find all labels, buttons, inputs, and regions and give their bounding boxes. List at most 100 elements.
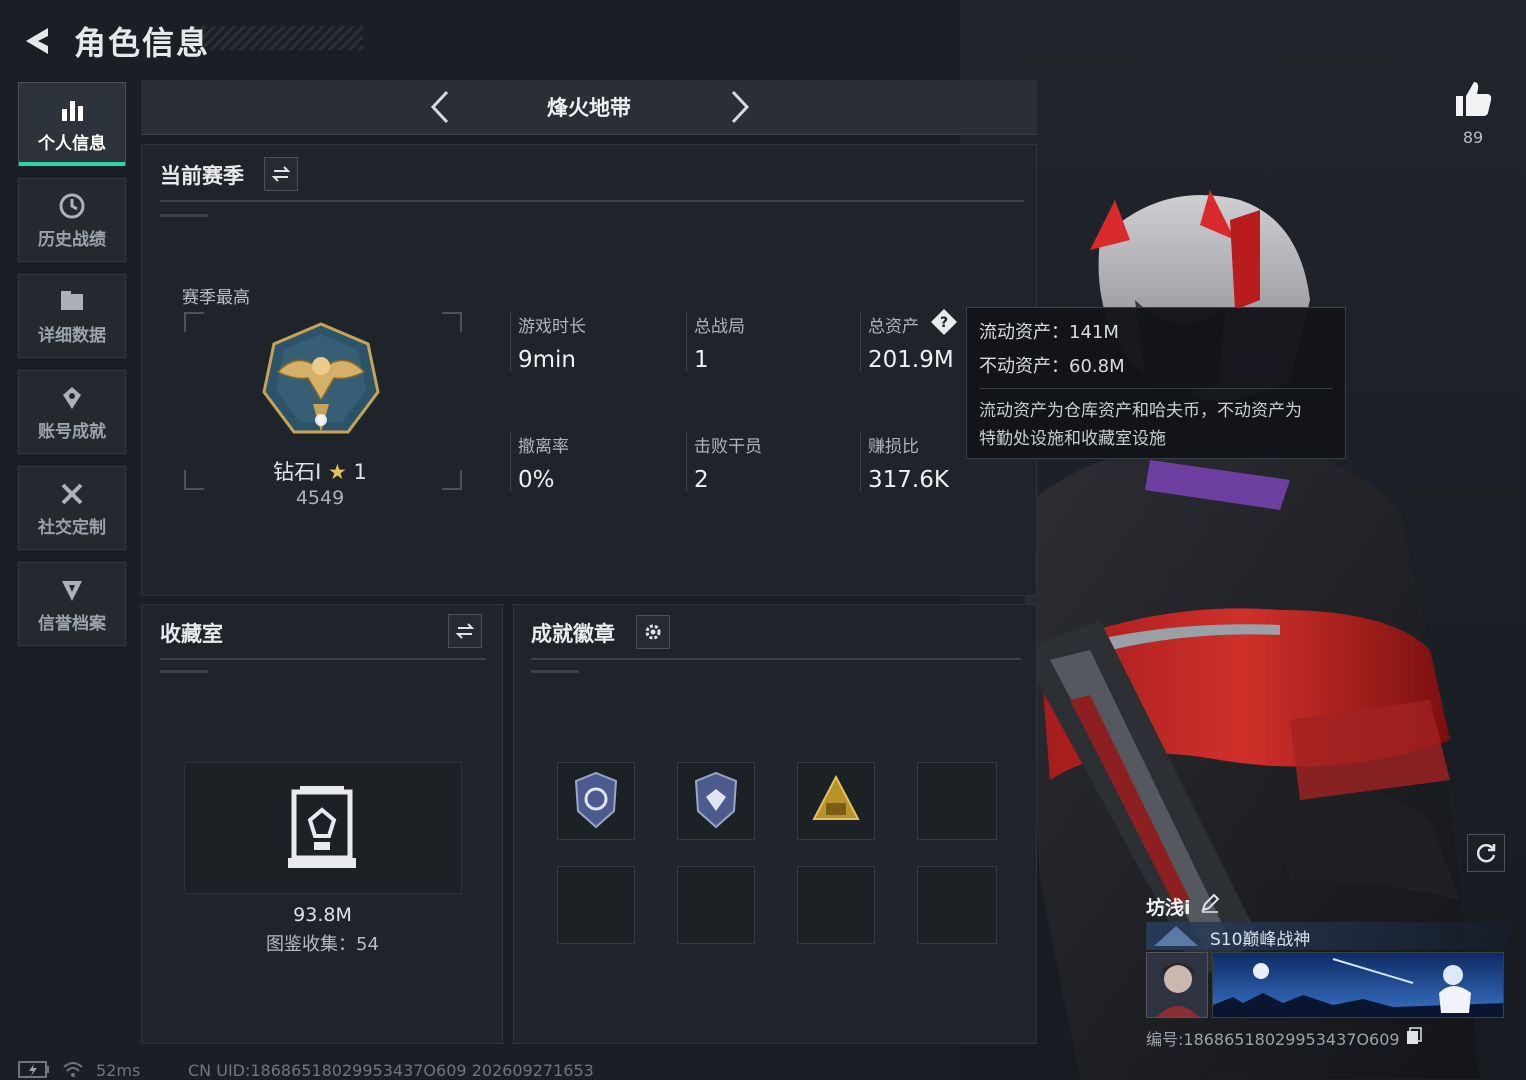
badge-slot-empty[interactable] [917, 762, 997, 840]
decorative-text [531, 670, 579, 673]
stat-value: 0% [518, 467, 555, 493]
badge-slot-empty[interactable] [797, 866, 875, 944]
diamond-shield-badge-icon [694, 771, 738, 829]
sidebar-item-achievements[interactable]: 账号成就 [18, 370, 126, 454]
rotate-button[interactable] [1467, 834, 1505, 872]
season-best-label: 赛季最高 [182, 288, 250, 308]
frame-corner [442, 470, 462, 490]
collection-value: 93.8M [293, 904, 352, 926]
stat-divider [510, 312, 511, 372]
stat-operators-defeated: 击败干员 2 [694, 432, 762, 493]
badges-settings-button[interactable] [636, 615, 670, 649]
player-name: 坊浅i [1146, 897, 1191, 919]
rank-title-tag: S10巅峰战神 [1146, 922, 1508, 950]
rank-tier: 钻石I [273, 460, 322, 484]
stat-label: 游戏时长 [518, 317, 586, 337]
season-divider [160, 200, 1024, 202]
sidebar-item-social[interactable]: 社交定制 [18, 466, 126, 550]
stat-label-text: 总资产 [868, 317, 919, 337]
frame-corner [184, 312, 204, 332]
badge-slot[interactable] [797, 762, 875, 840]
tooltip-description-line2: 特勤处设施和收藏室设施 [979, 429, 1166, 449]
history-icon [59, 193, 85, 218]
page-title: 角色信息 [74, 24, 211, 62]
folder-icon [61, 290, 83, 310]
stat-value: 1 [694, 347, 709, 373]
thumbs-up-icon[interactable] [1452, 78, 1494, 120]
tooltip-divider [979, 388, 1333, 389]
sidebar-item-personal-info[interactable]: 个人信息 [18, 82, 126, 166]
stat-profit-ratio: 赚损比 317.6K [868, 432, 949, 493]
season-switch-button[interactable] [264, 157, 298, 191]
battery-icon [18, 1061, 49, 1078]
rank-name: 钻石I ★ 1 [240, 456, 400, 486]
sidebar-item-credit[interactable]: 信誉档案 [18, 562, 126, 646]
collection-count: 图鉴收集：54 [266, 934, 379, 955]
rank-score: 4549 [295, 487, 345, 509]
swap-icon [455, 623, 475, 639]
stat-divider [860, 432, 861, 492]
sidebar-item-label: 历史战绩 [38, 229, 106, 250]
assets-tooltip: 流动资产：141M 不动资产：60.8M 流动资产为仓库资产和哈夫币，不动资产为… [966, 307, 1346, 459]
collection-title: 收藏室 [160, 622, 223, 646]
player-avatar[interactable] [1146, 952, 1208, 1018]
sidebar-item-label: 社交定制 [38, 517, 106, 538]
diamond-rank-emblem-icon [262, 322, 380, 434]
mode-title: 烽火地带 [547, 96, 631, 120]
badge-slot-empty[interactable] [917, 866, 997, 944]
mode-selector: 烽火地带 [141, 80, 1037, 135]
refresh-icon [1476, 844, 1496, 863]
back-arrow-icon[interactable] [18, 22, 56, 60]
achievement-icon [63, 386, 81, 409]
svg-text:?: ? [940, 315, 948, 331]
stat-divider [860, 312, 861, 372]
sidebar-item-label: 详细数据 [38, 325, 106, 346]
badge-slot[interactable] [557, 762, 635, 840]
footer-uid: CN UID:18686518029953437O609 20260927165… [188, 1061, 594, 1080]
chevron-right-icon[interactable] [719, 88, 757, 126]
rank-tag-text: S10巅峰战神 [1210, 930, 1311, 950]
help-icon[interactable]: ? [930, 308, 958, 336]
badges-title: 成就徽章 [531, 622, 615, 646]
frame-corner [184, 470, 204, 490]
wifi-icon [63, 1062, 83, 1077]
tools-icon [61, 483, 83, 504]
sidebar-item-history[interactable]: 历史战绩 [18, 178, 126, 262]
stat-divider [510, 432, 511, 492]
blue-shield-badge-icon [574, 771, 618, 829]
badges-divider [531, 658, 1021, 660]
stat-play-time: 游戏时长 9min [518, 312, 586, 373]
title-stripe-decoration [193, 26, 363, 50]
page-header: 角色信息 [18, 14, 363, 64]
stat-divider [686, 312, 687, 372]
rank-stars: 1 [353, 460, 367, 484]
tooltip-description-line1: 流动资产为仓库资产和哈夫币，不动资产为 [979, 401, 1302, 421]
badge-slot-empty[interactable] [677, 866, 755, 944]
stat-label: 击败干员 [694, 437, 762, 457]
tooltip-liquid-assets: 流动资产：141M [979, 322, 1119, 343]
stat-divider [686, 432, 687, 492]
player-banner[interactable] [1212, 952, 1504, 1018]
stat-label: 总战局 [694, 317, 745, 337]
credit-shield-icon [62, 580, 82, 601]
stat-value: 2 [694, 467, 709, 493]
sidebar-item-label: 信誉档案 [38, 613, 106, 634]
decorative-text [160, 670, 208, 673]
gold-bag-badge-icon [812, 774, 860, 820]
badge-slot-empty[interactable] [557, 866, 635, 944]
edit-pencil-icon[interactable] [1200, 893, 1220, 913]
stat-value: 317.6K [868, 467, 949, 493]
copy-icon[interactable] [1406, 1027, 1422, 1045]
sidebar-item-detailed-data[interactable]: 详细数据 [18, 274, 126, 358]
gear-icon [645, 624, 661, 640]
stat-extraction-rate: 撤离率 0% [518, 432, 569, 493]
collection-switch-button[interactable] [448, 614, 482, 648]
stat-label: 撤离率 [518, 437, 569, 457]
star-icon: ★ [328, 460, 347, 484]
sidebar-item-label: 账号成就 [38, 421, 106, 442]
swap-icon [271, 166, 291, 182]
player-uid: 编号:18686518029953437O609 [1146, 1030, 1400, 1049]
sidebar: 个人信息 历史战绩 详细数据 账号成就 社交定制 信誉档案 [18, 82, 126, 658]
badge-slot[interactable] [677, 762, 755, 840]
display-case-icon [288, 786, 356, 868]
